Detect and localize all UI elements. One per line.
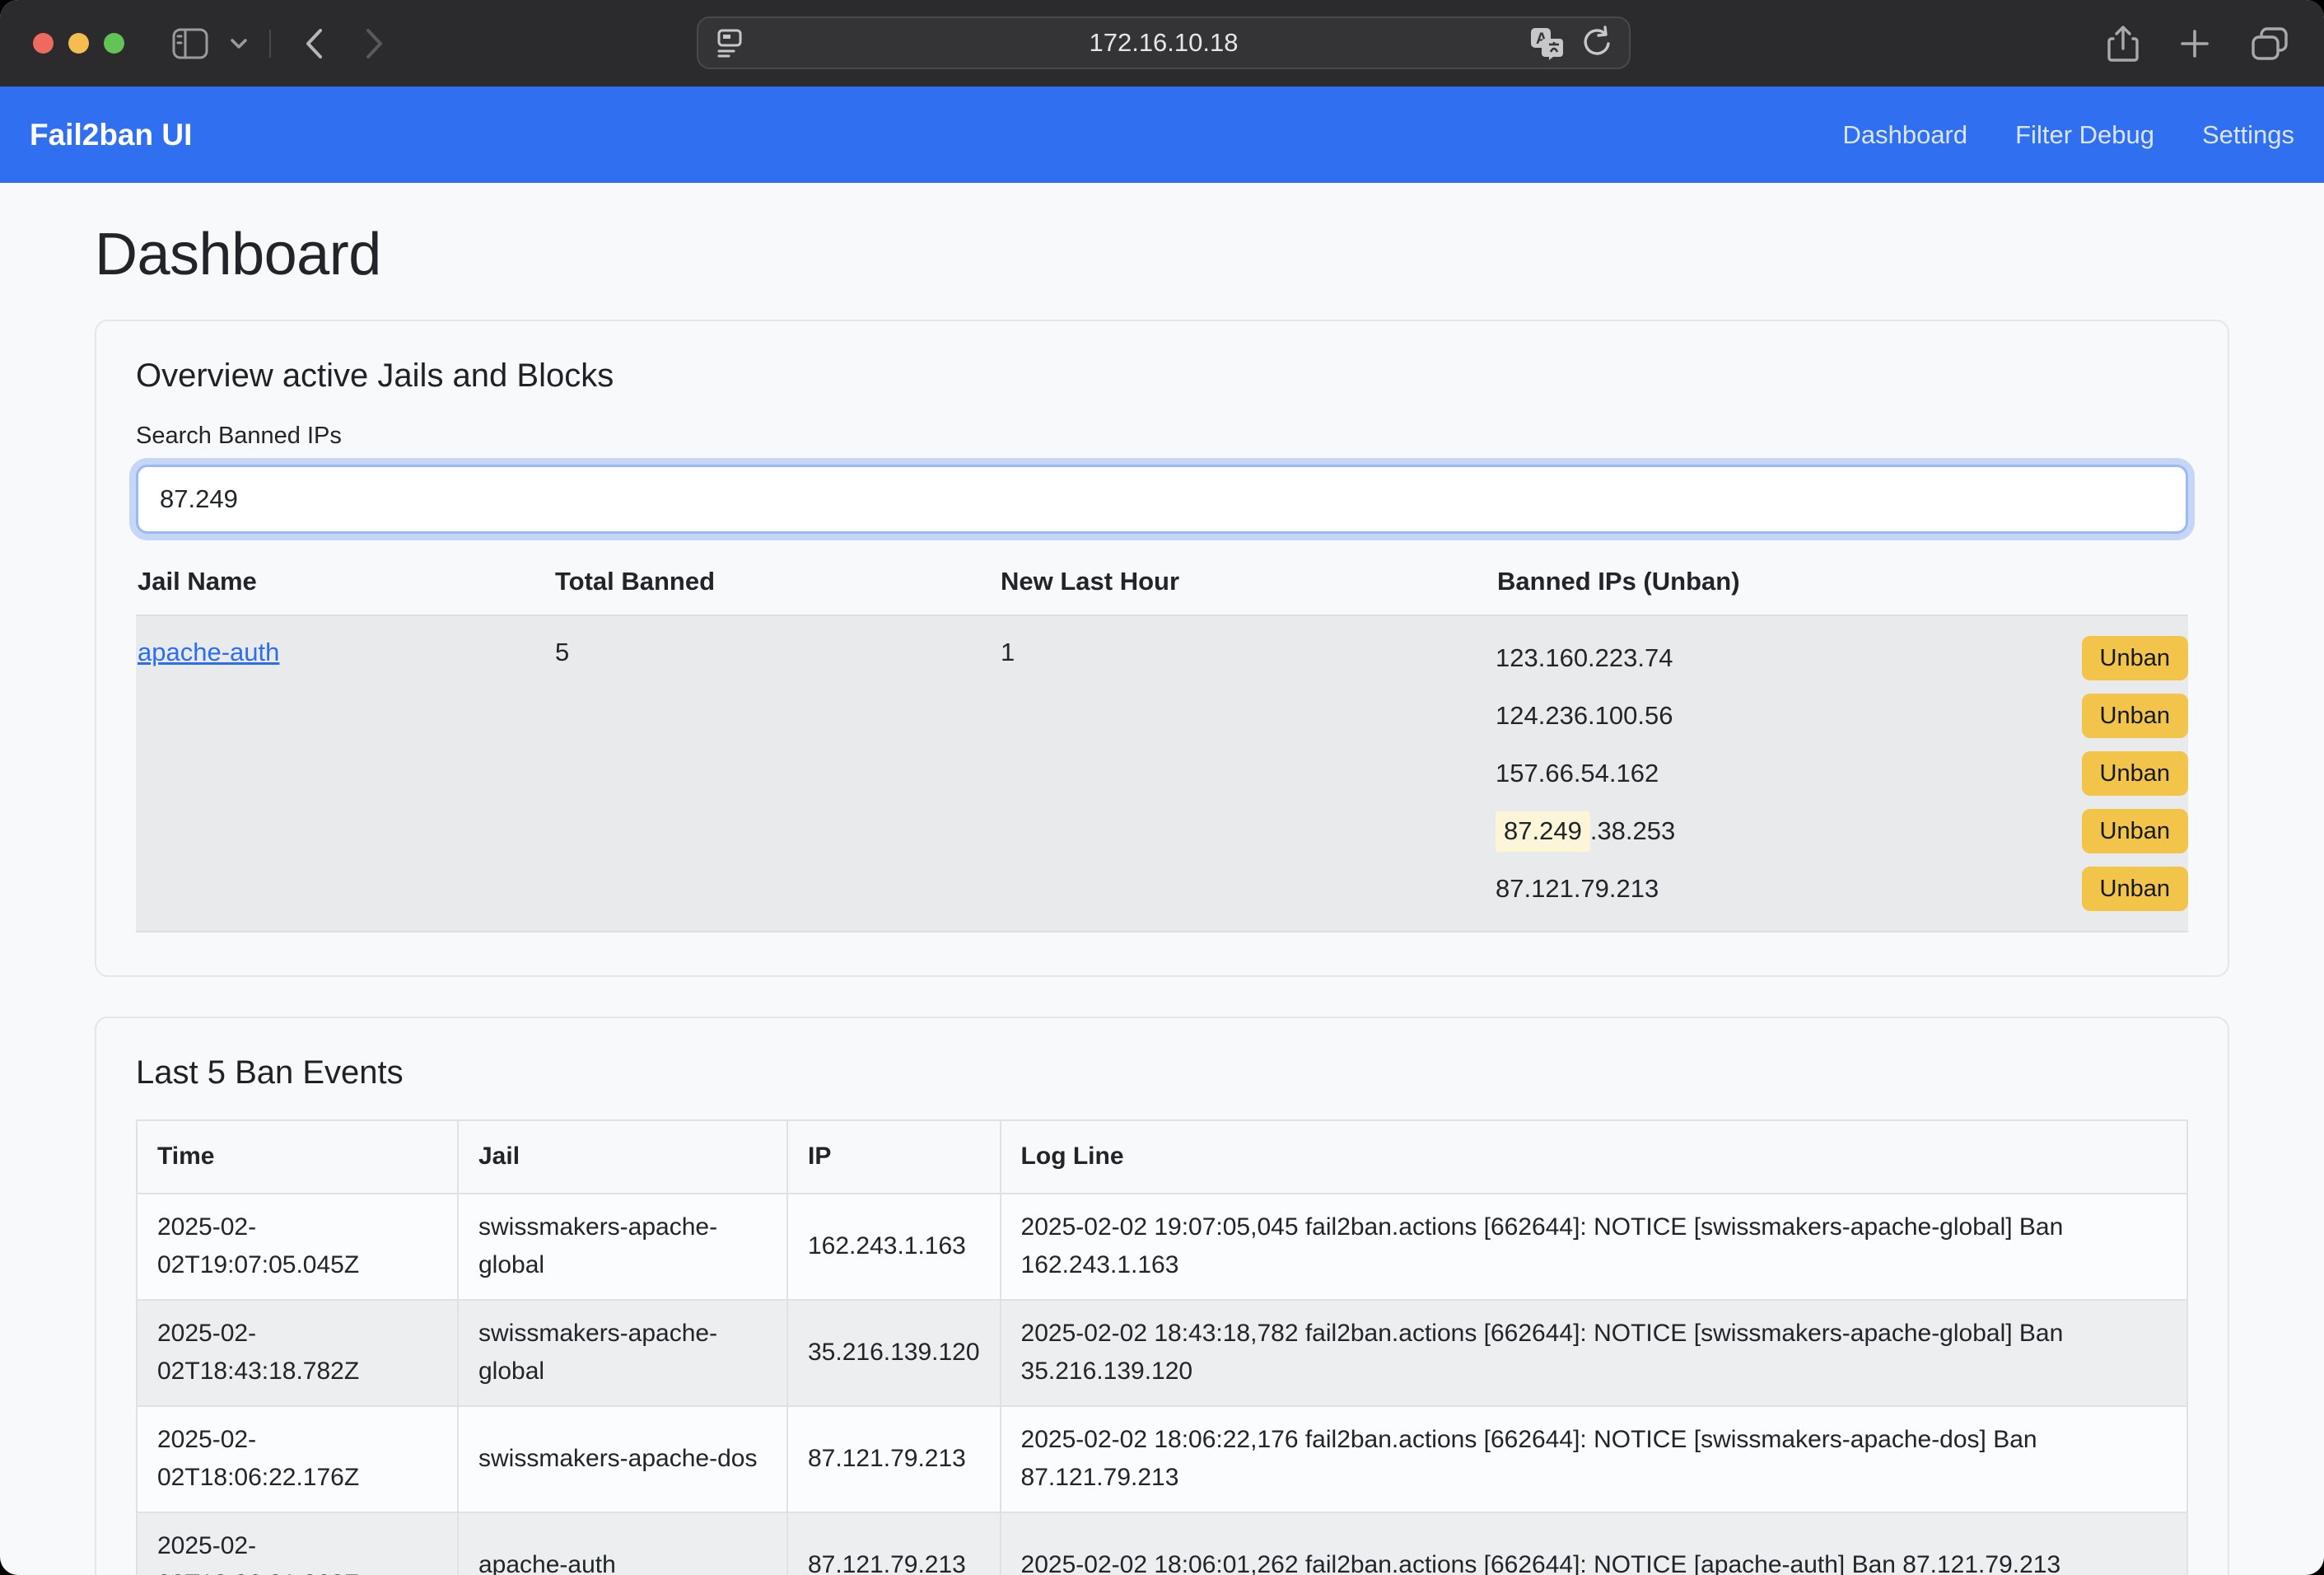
event-row: 2025-02-02T18:06:22.176Z swissmakers-apa… (137, 1406, 2187, 1512)
forward-chevron-icon (365, 27, 385, 60)
jail-link[interactable]: apache-auth (138, 638, 279, 666)
banned-ip-text: 87.121.79.213 (1496, 874, 1659, 904)
jails-table: Jail Name Total Banned New Last Hour Ban… (136, 567, 2188, 932)
sidebar-menu-chevron-button[interactable] (230, 38, 248, 49)
event-time: 2025-02-02T18:43:18.782Z (137, 1300, 458, 1406)
nav-link-dashboard[interactable]: Dashboard (1842, 120, 1967, 150)
browser-window: 172.16.10.18 A (0, 0, 2324, 1575)
column-header-time: Time (137, 1120, 458, 1194)
event-log-line: 2025-02-02 18:06:01,262 fail2ban.actions… (1001, 1512, 2187, 1575)
unban-button[interactable]: Unban (2082, 751, 2188, 796)
banned-ip-list: 123.160.223.74 Unban 124.236.100.56 Unba… (1496, 616, 2188, 931)
events-table: Time Jail IP Log Line 2025-02-02T19:07:0… (136, 1119, 2188, 1575)
unban-button[interactable]: Unban (2082, 694, 2188, 738)
toolbar-divider (269, 30, 271, 58)
tabs-icon (2250, 26, 2289, 62)
event-row: 2025-02-02T18:43:18.782Z swissmakers-apa… (137, 1300, 2187, 1406)
column-header-jail: Jail (458, 1120, 787, 1194)
banned-ip-text: 87.249.38.253 (1496, 816, 1675, 846)
event-ip: 87.121.79.213 (787, 1512, 1001, 1575)
banned-ip-text: 123.160.223.74 (1496, 643, 1673, 673)
browser-chrome: 172.16.10.18 A (0, 0, 2324, 86)
unban-button[interactable]: Unban (2082, 867, 2188, 911)
event-jail: swissmakers-apache-dos (458, 1406, 787, 1512)
forward-button[interactable] (365, 27, 385, 60)
close-window-button[interactable] (33, 33, 54, 54)
banned-ip-text: 157.66.54.162 (1496, 759, 1659, 788)
url-text: 172.16.10.18 (698, 28, 1629, 58)
column-header-new-last-hour: New Last Hour (999, 567, 1496, 615)
event-log-line: 2025-02-02 18:43:18,782 fail2ban.actions… (1001, 1300, 2187, 1406)
column-header-banned-ips: Banned IPs (Unban) (1496, 567, 2188, 615)
banned-ip-row: 87.121.79.213 Unban (1496, 860, 2188, 918)
back-button[interactable] (304, 27, 324, 60)
translate-icon: A (1528, 26, 1565, 60)
traffic-lights (33, 33, 124, 54)
new-tab-button[interactable] (2179, 28, 2210, 59)
column-header-log-line: Log Line (1001, 1120, 2187, 1194)
jail-total-banned: 5 (553, 616, 999, 931)
unban-button[interactable]: Unban (2082, 809, 2188, 853)
plus-icon (2179, 28, 2210, 59)
event-jail: swissmakers-apache-global (458, 1300, 787, 1406)
search-banned-ips-label: Search Banned IPs (136, 423, 2188, 450)
sidebar-icon (172, 28, 208, 59)
column-header-total-banned: Total Banned (553, 567, 999, 615)
banned-ip-row: 123.160.223.74 Unban (1496, 629, 2188, 687)
tab-overview-button[interactable] (2250, 26, 2289, 62)
zoom-window-button[interactable] (104, 33, 124, 54)
event-row: 2025-02-02T18:06:01.262Z apache-auth 87.… (137, 1512, 2187, 1575)
share-button[interactable] (2107, 24, 2140, 63)
page-content: Dashboard Overview active Jails and Bloc… (0, 221, 2324, 1575)
overview-card: Overview active Jails and Blocks Search … (95, 320, 2229, 977)
event-time: 2025-02-02T19:07:05.045Z (137, 1194, 458, 1300)
unban-button[interactable]: Unban (2082, 636, 2188, 680)
share-icon (2107, 24, 2140, 63)
nav-link-settings[interactable]: Settings (2202, 120, 2294, 150)
sidebar-toggle-button[interactable] (172, 28, 208, 59)
app-navbar: Fail2ban UI Dashboard Filter Debug Setti… (0, 86, 2324, 183)
events-table-header: Time Jail IP Log Line (137, 1120, 2187, 1194)
brand-link[interactable]: Fail2ban UI (30, 118, 192, 152)
jail-row: apache-auth 5 1 123.160.223.74 Unban 124… (136, 615, 2188, 932)
search-banned-ips-input[interactable] (136, 465, 2188, 534)
url-bar[interactable]: 172.16.10.18 A (697, 16, 1631, 69)
overview-card-title: Overview active Jails and Blocks (136, 358, 2188, 395)
ip-highlight: 87.249 (1496, 811, 1590, 852)
minimize-window-button[interactable] (68, 33, 89, 54)
event-jail: apache-auth (458, 1512, 787, 1575)
event-jail: swissmakers-apache-global (458, 1194, 787, 1300)
jails-table-header: Jail Name Total Banned New Last Hour Ban… (136, 567, 2188, 615)
event-ip: 162.243.1.163 (787, 1194, 1001, 1300)
jail-new-last-hour: 1 (999, 616, 1496, 931)
event-log-line: 2025-02-02 18:06:22,176 fail2ban.actions… (1001, 1406, 2187, 1512)
column-header-jail-name: Jail Name (136, 567, 553, 615)
page-title: Dashboard (95, 221, 2229, 288)
event-log-line: 2025-02-02 19:07:05,045 fail2ban.actions… (1001, 1194, 2187, 1300)
banned-ip-row: 157.66.54.162 Unban (1496, 745, 2188, 802)
reload-button[interactable] (1580, 26, 1612, 60)
nav-link-filter-debug[interactable]: Filter Debug (2015, 120, 2154, 150)
column-header-ip: IP (787, 1120, 1001, 1194)
event-time: 2025-02-02T18:06:01.262Z (137, 1512, 458, 1575)
event-ip: 35.216.139.120 (787, 1300, 1001, 1406)
events-card: Last 5 Ban Events Time Jail IP Log Line … (95, 1017, 2229, 1575)
banned-ip-text: 124.236.100.56 (1496, 701, 1673, 731)
translate-button[interactable]: A (1528, 26, 1565, 60)
chevron-down-icon (230, 38, 248, 49)
event-ip: 87.121.79.213 (787, 1406, 1001, 1512)
banned-ip-row: 87.249.38.253 Unban (1496, 802, 2188, 860)
reload-icon (1580, 26, 1612, 60)
banned-ip-row: 124.236.100.56 Unban (1496, 687, 2188, 745)
event-row: 2025-02-02T19:07:05.045Z swissmakers-apa… (137, 1194, 2187, 1300)
back-chevron-icon (304, 27, 324, 60)
event-time: 2025-02-02T18:06:22.176Z (137, 1406, 458, 1512)
events-card-title: Last 5 Ban Events (136, 1054, 2188, 1091)
